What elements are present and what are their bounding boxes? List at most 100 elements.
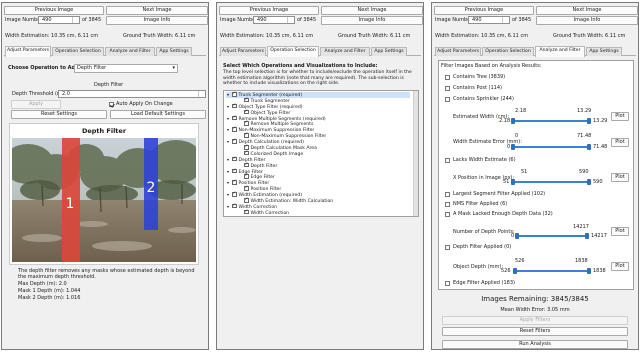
tab-bar: Adjust Parameters Operation Selection An… (219, 46, 421, 57)
image-info-button[interactable]: Image Info (321, 16, 423, 25)
nms-checkbox[interactable] (445, 202, 450, 207)
contains-tree-checkbox[interactable] (445, 75, 450, 80)
tree-item-checkbox[interactable]: ✓ (244, 197, 249, 203)
tree-item-checkbox[interactable]: ✓ (244, 209, 249, 215)
tree-item-checkbox[interactable]: ✓ (232, 138, 237, 144)
mask-1-depth-stat: Mask 1 Depth (m): 1.044 (18, 288, 81, 294)
tree-item-checkbox[interactable]: ✓ (232, 202, 237, 209)
image-number-input[interactable]: 490 (253, 16, 295, 24)
tree-item-checkbox[interactable]: ✓ (244, 97, 249, 103)
tab-operation-selection[interactable]: Operation Selection (482, 47, 534, 56)
image-number-input[interactable]: 490 (38, 16, 80, 24)
tab-adjust-parameters[interactable]: Adjust Parameters (5, 46, 51, 57)
check-icon: ✓ (232, 126, 237, 132)
operation-dropdown-value: Depth Filter (77, 65, 107, 71)
tree-item-checkbox[interactable]: ✓ (244, 132, 249, 138)
chevron-down-icon: ▾ (172, 65, 175, 71)
tree-item-checkbox[interactable]: ✓ (244, 173, 249, 179)
operations-heading: Select Which Operations and Visualizatio… (223, 63, 378, 69)
depth-points-range-slider[interactable] (515, 233, 589, 239)
tab-adjust-parameters[interactable]: Adjust Parameters (220, 47, 266, 56)
depth-filter-checkbox[interactable] (445, 245, 450, 250)
edge-filter-checkbox[interactable] (445, 281, 450, 286)
object-depth-max: 1838 (593, 268, 606, 274)
check-icon: ✓ (244, 197, 249, 203)
tree-item[interactable]: ✓ Width Correction (226, 209, 410, 216)
tab-analyze-and-filter[interactable]: Analyze and Filter (535, 46, 585, 57)
check-icon: ✓ (232, 202, 237, 208)
tree-item-checkbox[interactable]: ✓ (244, 185, 249, 191)
object-depth-min: 526 (501, 268, 511, 274)
contains-post-checkbox[interactable] (445, 86, 450, 91)
tree-item-checkbox[interactable]: ✓ (244, 109, 249, 115)
reset-filters-button[interactable]: Reset Filters (442, 327, 628, 336)
tab-operation-selection[interactable]: Operation Selection (52, 47, 104, 56)
object-depth-plot-button[interactable]: Plot (611, 262, 629, 271)
check-icon: ✓ (244, 132, 249, 138)
largest-segment-checkbox[interactable] (445, 192, 450, 197)
tree-item-checkbox[interactable]: ✓ (232, 126, 237, 132)
width-error-range-slider[interactable] (511, 144, 591, 150)
next-image-button[interactable]: Next Image (106, 6, 208, 15)
next-image-button[interactable]: Next Image (321, 6, 423, 15)
depth-points-plot-button[interactable]: Plot (611, 227, 629, 236)
run-analysis-button[interactable]: Run Analysis (442, 340, 628, 349)
ground-truth-label: Ground Truth Width: 6.11 cm (338, 33, 411, 39)
previous-image-button[interactable]: Previous Image (4, 6, 104, 15)
contains-sprinkler-checkbox[interactable] (445, 97, 450, 102)
tree-item-label: Width Correction (250, 210, 290, 216)
tab-operation-selection[interactable]: Operation Selection (267, 46, 319, 57)
check-icon: ✓ (232, 91, 237, 96)
est-width-range-slider[interactable] (511, 118, 591, 124)
next-image-button[interactable]: Next Image (536, 6, 638, 15)
tree-item-checkbox[interactable]: ✓ (244, 144, 249, 150)
mask-lacked-depth-checkbox[interactable] (445, 212, 450, 217)
tree-item-checkbox[interactable]: ✓ (232, 115, 237, 121)
tab-analyze-and-filter[interactable]: Analyze and Filter (105, 47, 155, 56)
apply-button[interactable]: Apply (11, 100, 61, 109)
width-error-plot-button[interactable]: Plot (611, 138, 629, 147)
tab-bar: Adjust Parameters Operation Selection An… (4, 46, 206, 57)
lacks-width-checkbox[interactable] (445, 158, 450, 163)
filter-heading: Filter Images Based on Analysis Results: (441, 63, 542, 69)
tab-analyze-and-filter[interactable]: Analyze and Filter (320, 47, 370, 56)
x-position-hi-value: 590 (579, 169, 589, 175)
reset-settings-button[interactable]: Reset Settings (11, 110, 107, 119)
tab-app-settings[interactable]: App Settings (156, 47, 192, 56)
apply-filters-button[interactable]: Apply Filters (442, 316, 628, 325)
tab-app-settings[interactable]: App Settings (371, 47, 407, 56)
width-estimation-label: Width Estimation: 10.35 cm, 6.11 cm (5, 33, 99, 39)
tree-scrollbar[interactable] (413, 91, 418, 216)
tree-item-checkbox[interactable]: ✓ (232, 103, 237, 109)
check-icon: ✓ (244, 120, 249, 126)
tree-item-checkbox[interactable]: ✓ (232, 168, 237, 174)
x-position-plot-button[interactable]: Plot (611, 173, 629, 182)
tree-item-checkbox[interactable]: ✓ (232, 179, 237, 185)
depth-points-label: Number of Depth Points: (453, 229, 515, 235)
tree-item-checkbox[interactable]: ✓ (244, 150, 249, 156)
previous-image-button[interactable]: Previous Image (219, 6, 319, 15)
tree-item-checkbox[interactable]: ✓ (232, 156, 237, 162)
nms-label: NMS Filter Applied (6) (453, 201, 508, 207)
tree-item-checkbox[interactable]: ✓ (232, 91, 237, 97)
x-position-range-slider[interactable] (511, 179, 591, 185)
object-depth-range-slider[interactable] (513, 268, 591, 274)
tree-item-checkbox[interactable]: ✓ (244, 162, 249, 168)
image-number-input[interactable]: 490 (468, 16, 510, 24)
est-width-min: 2.18 (499, 118, 511, 124)
mask-2-depth-stat: Mask 2 Depth (m): 1.016 (18, 295, 81, 301)
est-width-plot-button[interactable]: Plot (611, 112, 629, 121)
tree-item-checkbox[interactable]: ✓ (244, 120, 249, 126)
tree-item-checkbox[interactable]: ✓ (232, 191, 237, 197)
tab-adjust-parameters[interactable]: Adjust Parameters (435, 47, 481, 56)
previous-image-button[interactable]: Previous Image (434, 6, 534, 15)
object-depth-label: Object Depth (mm): (453, 264, 504, 270)
image-info-button[interactable]: Image Info (536, 16, 638, 25)
load-default-settings-button[interactable]: Load Default Settings (110, 110, 206, 119)
depth-threshold-input[interactable]: 2.0 (58, 90, 206, 98)
operation-dropdown[interactable]: Depth Filter ▾ (74, 64, 178, 73)
auto-apply-checkbox[interactable] (109, 102, 114, 107)
adjust-parameters-window: Previous Image Next Image Image Number: … (1, 2, 209, 350)
image-info-button[interactable]: Image Info (106, 16, 208, 25)
tab-app-settings[interactable]: App Settings (586, 47, 622, 56)
